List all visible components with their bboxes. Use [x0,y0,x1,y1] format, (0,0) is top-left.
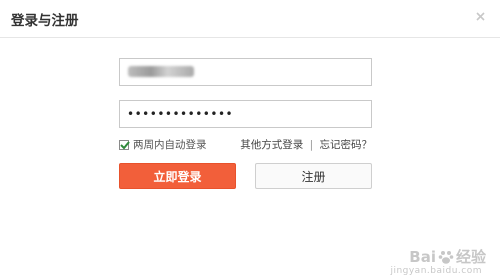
watermark-text-right: 经验 [455,248,486,266]
paw-icon [438,250,454,264]
watermark-text-left: Bai [409,247,436,266]
login-register-dialog: 登录与注册 •••••••••••••• 两周内自动登录 其他方式登录 | 忘记… [0,0,500,276]
dialog-title: 登录与注册 [11,13,79,29]
close-icon[interactable] [472,8,488,24]
password-mask: •••••••••••••• [127,107,234,121]
remember-me[interactable]: 两周内自动登录 [119,137,207,152]
password-input[interactable]: •••••••••••••• [119,100,372,128]
forgot-password-link[interactable]: 忘记密码？ [320,139,373,151]
other-login-link[interactable]: 其他方式登录 [240,139,303,151]
login-button[interactable]: 立即登录 [119,163,236,189]
remember-checkbox[interactable] [119,139,130,150]
login-links: 其他方式登录 | 忘记密码？ [240,137,372,152]
checkmark-icon [120,140,130,149]
remember-label: 两周内自动登录 [133,139,207,151]
register-button[interactable]: 注册 [255,163,372,189]
baidu-watermark: Bai 经验 jingyan.baidu.com [390,246,486,276]
link-separator: | [309,139,314,151]
redacted-username [128,66,194,77]
username-input[interactable] [119,58,372,86]
dialog-header: 登录与注册 [0,0,500,38]
